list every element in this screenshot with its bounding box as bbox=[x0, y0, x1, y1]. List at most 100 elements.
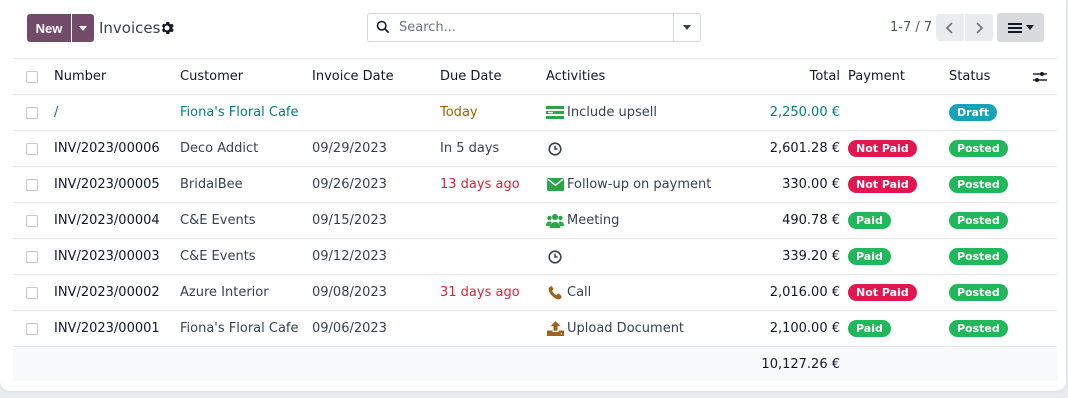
payment-cell: Not Paid bbox=[848, 131, 917, 166]
caret-down-icon bbox=[79, 25, 87, 31]
phone-icon[interactable] bbox=[546, 285, 564, 300]
row-checkbox[interactable] bbox=[26, 106, 38, 119]
payment-status-badge: Not Paid bbox=[848, 176, 917, 193]
status-cell: Posted bbox=[949, 203, 1008, 238]
status-cell: Posted bbox=[949, 239, 1008, 274]
activity-widget[interactable] bbox=[546, 131, 567, 166]
table-row[interactable]: INV/2023/00004 C&E Events 09/15/2023 Mee… bbox=[13, 203, 1057, 239]
footer-total: 10,127.26 € bbox=[761, 356, 840, 372]
invoice-total: 490.78 € bbox=[782, 213, 840, 228]
table-header: Number Customer Invoice Date Due Date Ac… bbox=[13, 58, 1057, 95]
table-row[interactable]: INV/2023/00006 Deco Addict 09/29/2023 In… bbox=[13, 131, 1057, 167]
customer-name: C&E Events bbox=[180, 249, 256, 264]
table-row[interactable]: / Fiona's Floral Cafe Today Include upse… bbox=[13, 95, 1057, 131]
payment-cell: Paid bbox=[848, 239, 891, 274]
row-checkbox[interactable] bbox=[26, 178, 38, 191]
invoice-total: 339.20 € bbox=[782, 249, 840, 264]
pager-value[interactable]: 1-7 / 7 bbox=[890, 20, 932, 35]
column-header-invoice-date[interactable]: Invoice Date bbox=[312, 59, 394, 94]
customer-name: C&E Events bbox=[180, 213, 256, 228]
column-header-total[interactable]: Total bbox=[810, 59, 840, 94]
invoice-date: 09/15/2023 bbox=[312, 213, 387, 228]
column-header-payment[interactable]: Payment bbox=[848, 59, 905, 94]
invoice-number: INV/2023/00005 bbox=[54, 177, 160, 192]
table-row[interactable]: INV/2023/00002 Azure Interior 09/08/2023… bbox=[13, 275, 1057, 311]
customer-name: BridalBee bbox=[180, 177, 243, 192]
chevron-right-icon bbox=[976, 21, 984, 34]
column-header-due-date[interactable]: Due Date bbox=[440, 59, 501, 94]
view-switcher-button[interactable] bbox=[997, 13, 1044, 42]
row-checkbox[interactable] bbox=[26, 142, 38, 155]
upload-icon[interactable] bbox=[546, 321, 564, 336]
new-dropdown-toggle[interactable] bbox=[72, 14, 94, 42]
row-checkbox[interactable] bbox=[26, 286, 38, 299]
caret-down-icon bbox=[1025, 25, 1034, 30]
column-header-status[interactable]: Status bbox=[949, 59, 990, 94]
status-badge: Posted bbox=[949, 284, 1008, 301]
due-date: In 5 days bbox=[440, 141, 500, 156]
invoice-total: 2,100.00 € bbox=[769, 321, 840, 336]
clock-icon[interactable] bbox=[546, 141, 564, 156]
invoice-number: INV/2023/00004 bbox=[54, 213, 160, 228]
activity-widget[interactable]: Include upsell bbox=[546, 95, 657, 130]
search-bar[interactable]: Search... bbox=[367, 13, 701, 42]
pager-previous-button[interactable] bbox=[936, 14, 964, 41]
page-title: Invoices bbox=[99, 19, 161, 37]
invoice-number: INV/2023/00002 bbox=[54, 285, 160, 300]
select-all-checkbox[interactable] bbox=[26, 70, 38, 83]
column-header-customer[interactable]: Customer bbox=[180, 59, 243, 94]
table-row[interactable]: INV/2023/00003 C&E Events 09/12/2023 339… bbox=[13, 239, 1057, 275]
new-button[interactable]: New bbox=[27, 14, 71, 42]
invoice-table: Number Customer Invoice Date Due Date Ac… bbox=[13, 58, 1057, 381]
due-date: 13 days ago bbox=[440, 177, 520, 192]
activity-widget[interactable]: Call bbox=[546, 275, 591, 310]
clock-icon[interactable] bbox=[546, 249, 564, 264]
customer-name: Fiona's Floral Cafe bbox=[180, 321, 299, 336]
status-badge: Posted bbox=[949, 212, 1008, 229]
row-checkbox[interactable] bbox=[26, 214, 38, 227]
activity-widget[interactable]: Meeting bbox=[546, 203, 619, 238]
activity-widget[interactable]: Upload Document bbox=[546, 311, 684, 346]
optional-columns-toggle[interactable] bbox=[1033, 59, 1047, 94]
status-cell: Posted bbox=[949, 131, 1008, 166]
search-options-toggle[interactable] bbox=[673, 14, 700, 41]
search-input[interactable]: Search... bbox=[399, 20, 456, 35]
column-header-number[interactable]: Number bbox=[54, 59, 106, 94]
sliders-icon bbox=[1033, 71, 1047, 82]
invoice-date: 09/06/2023 bbox=[312, 321, 387, 336]
invoice-date: 09/12/2023 bbox=[312, 249, 387, 264]
activity-widget[interactable]: Follow-up on payment bbox=[546, 167, 711, 202]
envelope-icon[interactable] bbox=[546, 178, 564, 192]
payment-status-badge: Paid bbox=[848, 212, 891, 229]
invoice-total: 2,601.28 € bbox=[769, 141, 840, 156]
caret-down-icon bbox=[683, 25, 691, 30]
invoice-total: 330.00 € bbox=[782, 177, 840, 192]
customer-name: Fiona's Floral Cafe bbox=[180, 105, 299, 120]
activity-summary: Include upsell bbox=[567, 105, 657, 120]
status-cell: Posted bbox=[949, 275, 1008, 310]
status-cell: Posted bbox=[949, 311, 1008, 346]
table-row[interactable]: INV/2023/00005 BridalBee 09/26/2023 13 d… bbox=[13, 167, 1057, 203]
pager-next-button[interactable] bbox=[965, 14, 993, 41]
new-button-group: New bbox=[27, 14, 94, 42]
invoice-number: INV/2023/00006 bbox=[54, 141, 160, 156]
payment-status-badge: Paid bbox=[848, 320, 891, 337]
invoice-total: 2,016.00 € bbox=[769, 285, 840, 300]
gear-icon[interactable] bbox=[160, 21, 174, 35]
activity-widget[interactable] bbox=[546, 239, 567, 274]
chevron-left-icon bbox=[945, 21, 953, 34]
list-view-icon bbox=[1007, 22, 1022, 33]
row-checkbox[interactable] bbox=[26, 250, 38, 263]
status-cell: Posted bbox=[949, 167, 1008, 202]
invoice-date: 09/29/2023 bbox=[312, 141, 387, 156]
table-footer: 10,127.26 € bbox=[13, 347, 1057, 381]
invoice-number: INV/2023/00001 bbox=[54, 321, 160, 336]
due-date: Today bbox=[440, 105, 478, 120]
list-icon[interactable] bbox=[546, 106, 564, 120]
payment-status-badge: Not Paid bbox=[848, 284, 917, 301]
column-header-activities[interactable]: Activities bbox=[546, 59, 605, 94]
search-icon bbox=[376, 20, 390, 34]
users-icon[interactable] bbox=[546, 214, 564, 228]
row-checkbox[interactable] bbox=[26, 322, 38, 335]
table-row[interactable]: INV/2023/00001 Fiona's Floral Cafe 09/06… bbox=[13, 311, 1057, 347]
